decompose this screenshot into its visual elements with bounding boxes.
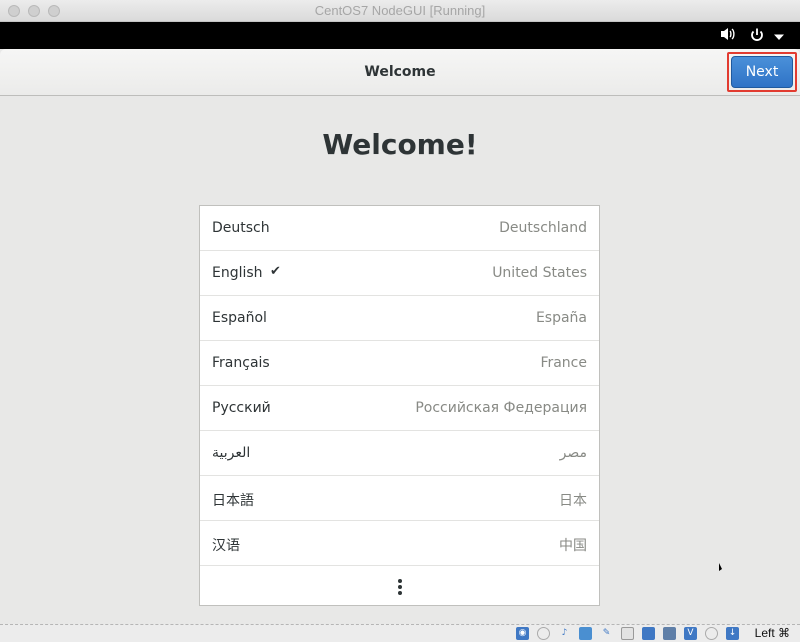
- language-name: 汉语: [212, 538, 240, 554]
- mouse-integration-icon[interactable]: [705, 627, 718, 640]
- mouse-pointer-icon: [719, 563, 722, 571]
- network-icon[interactable]: [579, 627, 592, 640]
- language-list: Deutsch Deutschland English ✔ United Sta…: [199, 205, 600, 606]
- optical-disk-icon[interactable]: [537, 627, 550, 640]
- dropdown-arrow-icon[interactable]: [773, 29, 785, 45]
- list-item[interactable]: العربية مصر: [200, 431, 599, 476]
- checkmark-icon: ✔: [270, 264, 281, 279]
- language-name: Español: [212, 310, 267, 326]
- list-item[interactable]: Français France: [200, 341, 599, 386]
- language-name: Deutsch: [212, 220, 270, 236]
- shared-folder-icon[interactable]: [621, 627, 634, 640]
- system-top-bar: [0, 22, 800, 49]
- list-item[interactable]: Русский Российская Федерация: [200, 386, 599, 431]
- page-title: Welcome: [364, 64, 436, 80]
- virtualization-icon[interactable]: V: [684, 627, 697, 640]
- language-name: English: [212, 265, 263, 281]
- language-name: Français: [212, 355, 270, 371]
- keyboard-capture-icon[interactable]: ↓: [726, 627, 739, 640]
- list-item[interactable]: Deutsch Deutschland: [200, 206, 599, 251]
- language-region: 中国: [559, 538, 587, 554]
- audio-icon[interactable]: ♪: [558, 627, 571, 640]
- volume-icon[interactable]: [720, 27, 736, 45]
- language-region: United States: [492, 265, 587, 281]
- language-name: العربية: [212, 445, 251, 461]
- usb-icon[interactable]: ✎: [600, 627, 613, 640]
- vm-status-bar: ◉ ♪ ✎ V ↓ Left ⌘: [0, 624, 800, 642]
- language-region: 日本: [559, 493, 587, 509]
- window-title: CentOS7 NodeGUI [Running]: [314, 3, 486, 18]
- language-name: 日本語: [212, 493, 254, 509]
- host-key-indicator: Left ⌘: [754, 626, 790, 640]
- language-region: Российская Федерация: [415, 400, 587, 416]
- welcome-heading: Welcome!: [322, 128, 478, 161]
- list-item[interactable]: Español España: [200, 296, 599, 341]
- language-region: مصر: [559, 445, 587, 461]
- window-titlebar: CentOS7 NodeGUI [Running]: [0, 0, 800, 22]
- display-icon[interactable]: [642, 627, 655, 640]
- language-name: Русский: [212, 400, 271, 416]
- hard-disk-icon[interactable]: ◉: [516, 627, 529, 640]
- list-item[interactable]: English ✔ United States: [200, 251, 599, 296]
- header-bar: Welcome: [0, 49, 800, 96]
- next-button-highlight: Next: [727, 52, 797, 92]
- more-languages-button[interactable]: [200, 566, 599, 607]
- language-region: France: [540, 355, 587, 371]
- list-item[interactable]: 日本語 日本: [200, 476, 599, 521]
- next-button[interactable]: Next: [731, 56, 793, 88]
- language-region: Deutschland: [499, 220, 587, 236]
- video-capture-icon[interactable]: [663, 627, 676, 640]
- list-item[interactable]: 汉语 中国: [200, 521, 599, 566]
- language-region: España: [535, 310, 587, 326]
- power-icon[interactable]: [749, 27, 765, 47]
